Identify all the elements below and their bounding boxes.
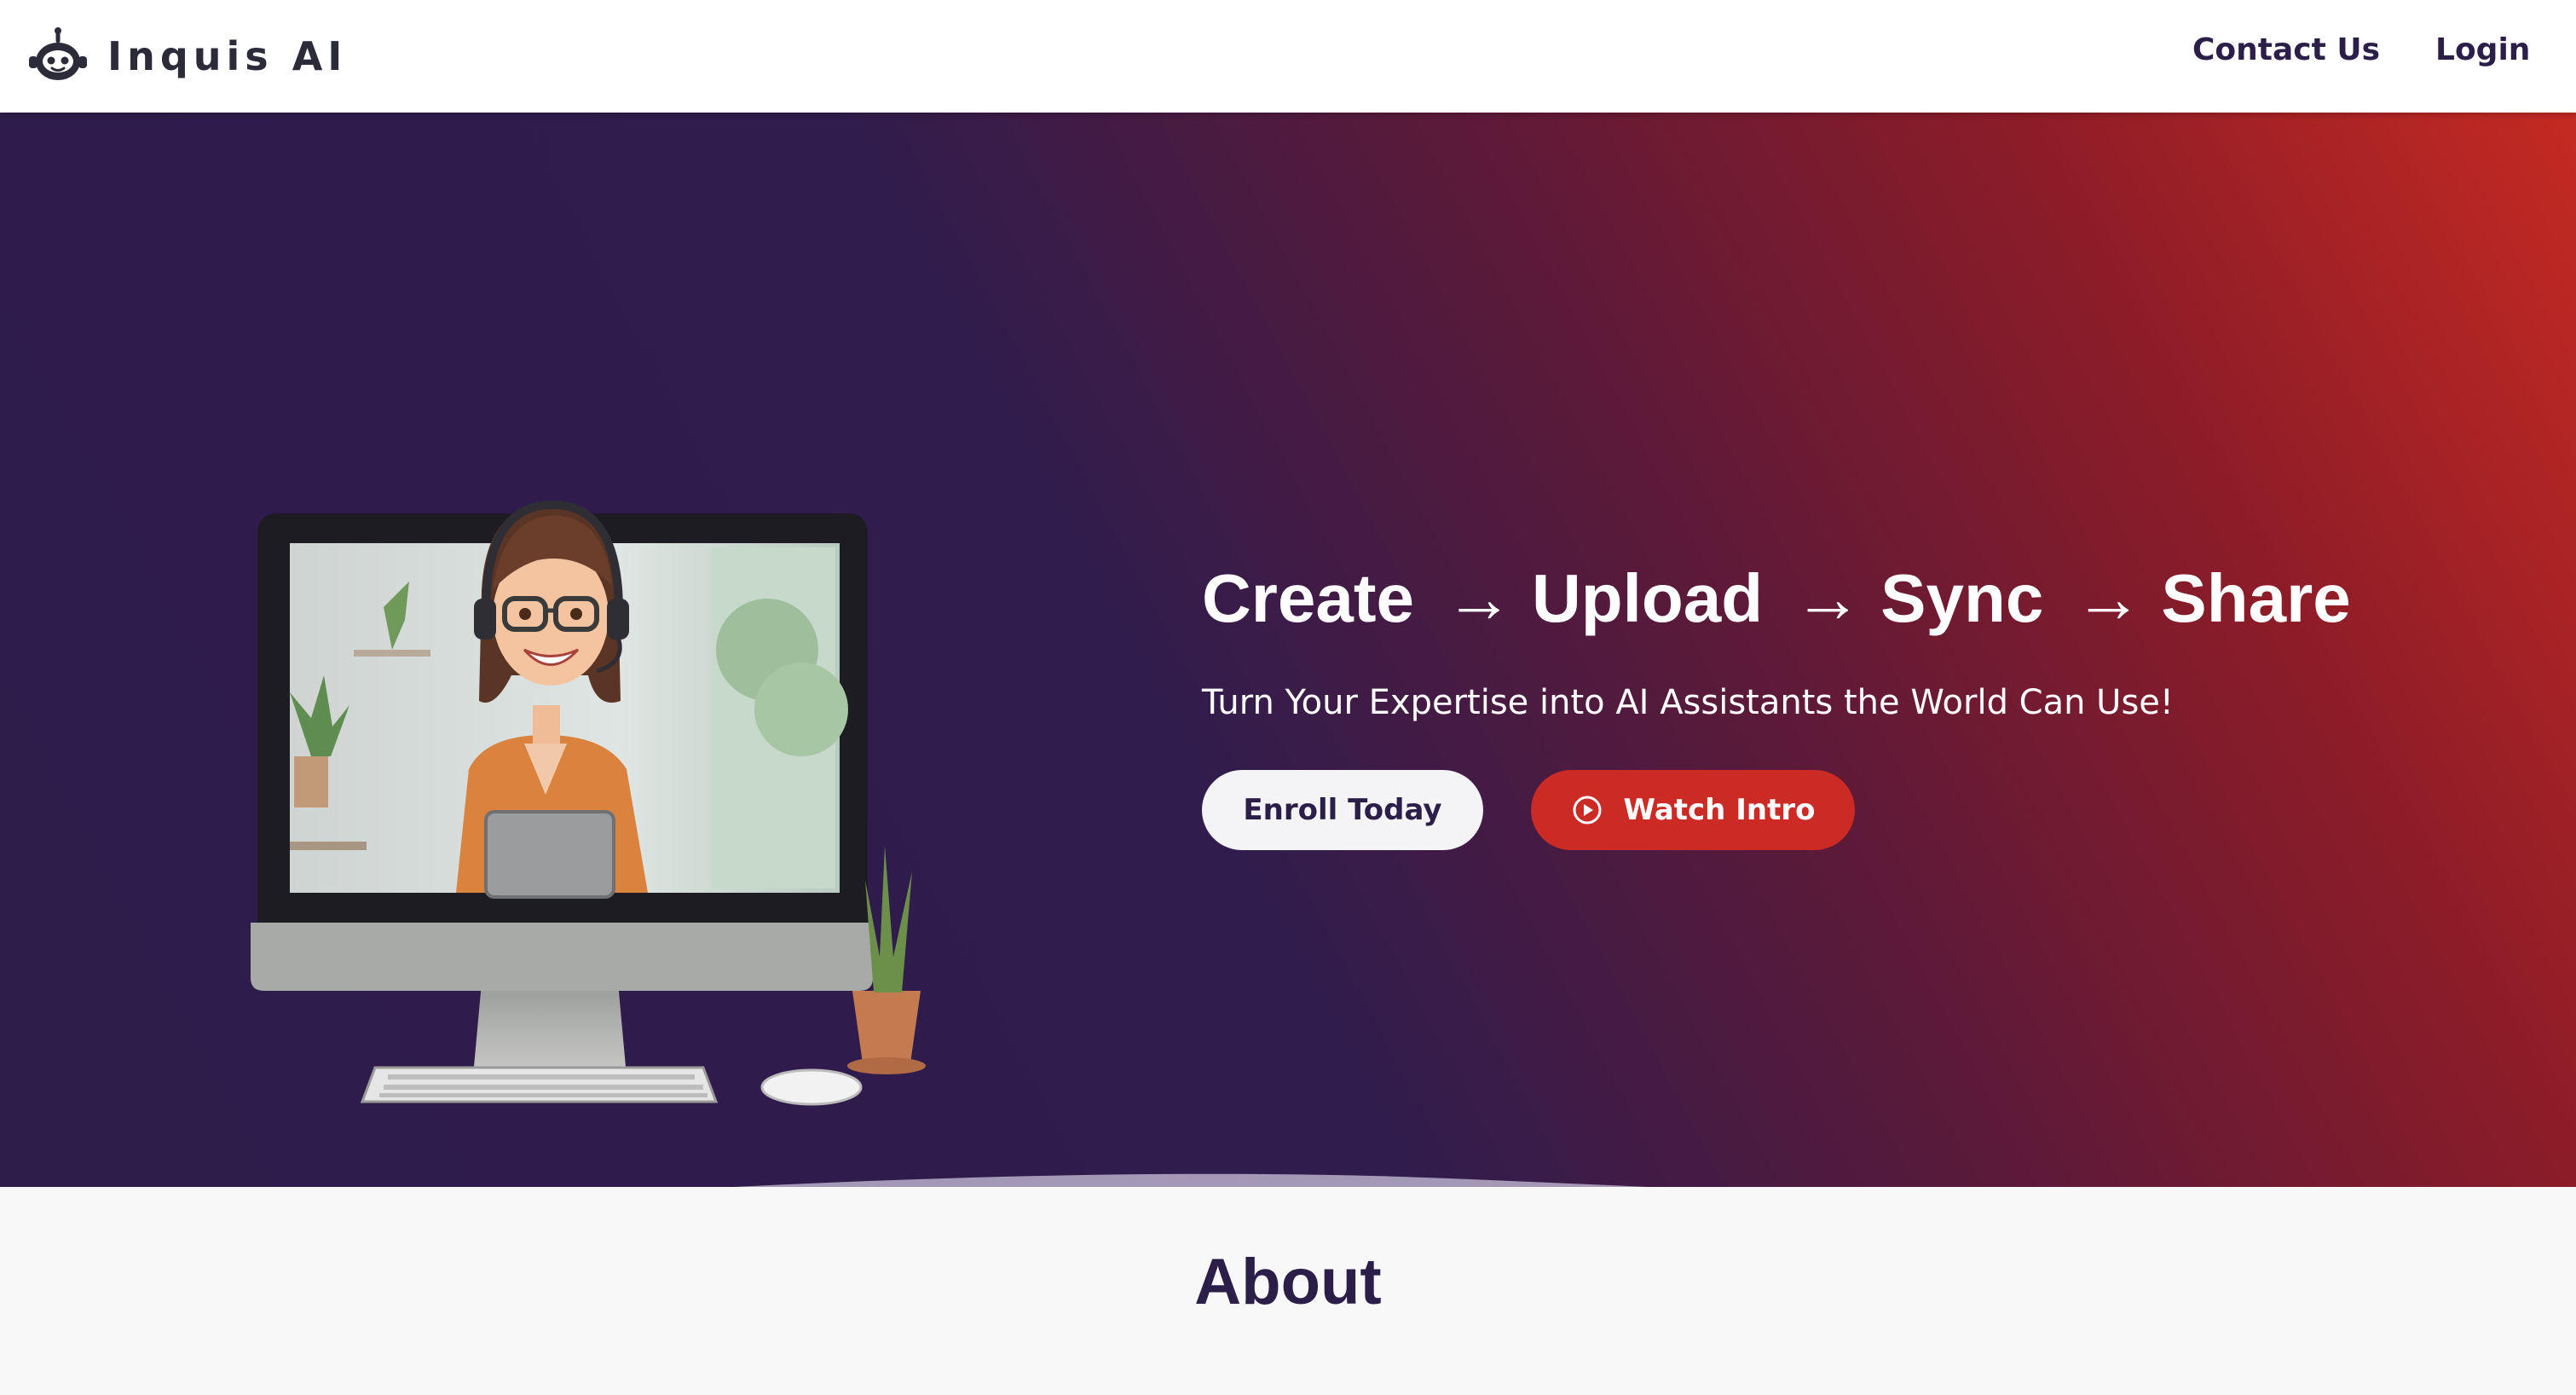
step-share: Share (2161, 559, 2351, 636)
hero-subtitle: Turn Your Expertise into AI Assistants t… (1202, 683, 2174, 723)
step-upload: Upload (1532, 559, 1764, 636)
brand-name: Inquis AI (107, 33, 348, 79)
about-section-title: About (1194, 1246, 1382, 1318)
play-circle-icon (1573, 796, 1602, 825)
hero-section: Create → Upload → Sync → Share Turn Your… (0, 113, 2576, 1187)
hero-content: Create → Upload → Sync → Share Turn Your… (1202, 513, 2463, 851)
woman-on-computer-monitor-illustration (251, 500, 926, 1106)
nav-login-link[interactable]: Login (2435, 32, 2530, 67)
robot-icon (29, 27, 87, 80)
hero-steps-heading: Create → Upload → Sync → Share (1202, 559, 2463, 638)
step-sync: Sync (1880, 559, 2044, 636)
step-create: Create (1202, 559, 1415, 636)
watch-intro-label: Watch Intro (1623, 793, 1816, 828)
watch-intro-button[interactable]: Watch Intro (1531, 770, 1855, 851)
arrow-right-icon: → (2074, 559, 2143, 636)
top-navbar: Inquis AI Contact Us Login (0, 0, 2576, 113)
arrow-right-icon: → (1445, 559, 1514, 636)
arrow-right-icon: → (1793, 559, 1863, 636)
brand-home-link[interactable]: Inquis AI (27, 26, 347, 87)
enroll-today-button[interactable]: Enroll Today (1202, 770, 1483, 851)
hero-buttons: Enroll Today Watch Intro (1202, 770, 2463, 851)
nav-contact-us-link[interactable]: Contact Us (2192, 32, 2380, 67)
hero-wave-divider (735, 1173, 1648, 1187)
